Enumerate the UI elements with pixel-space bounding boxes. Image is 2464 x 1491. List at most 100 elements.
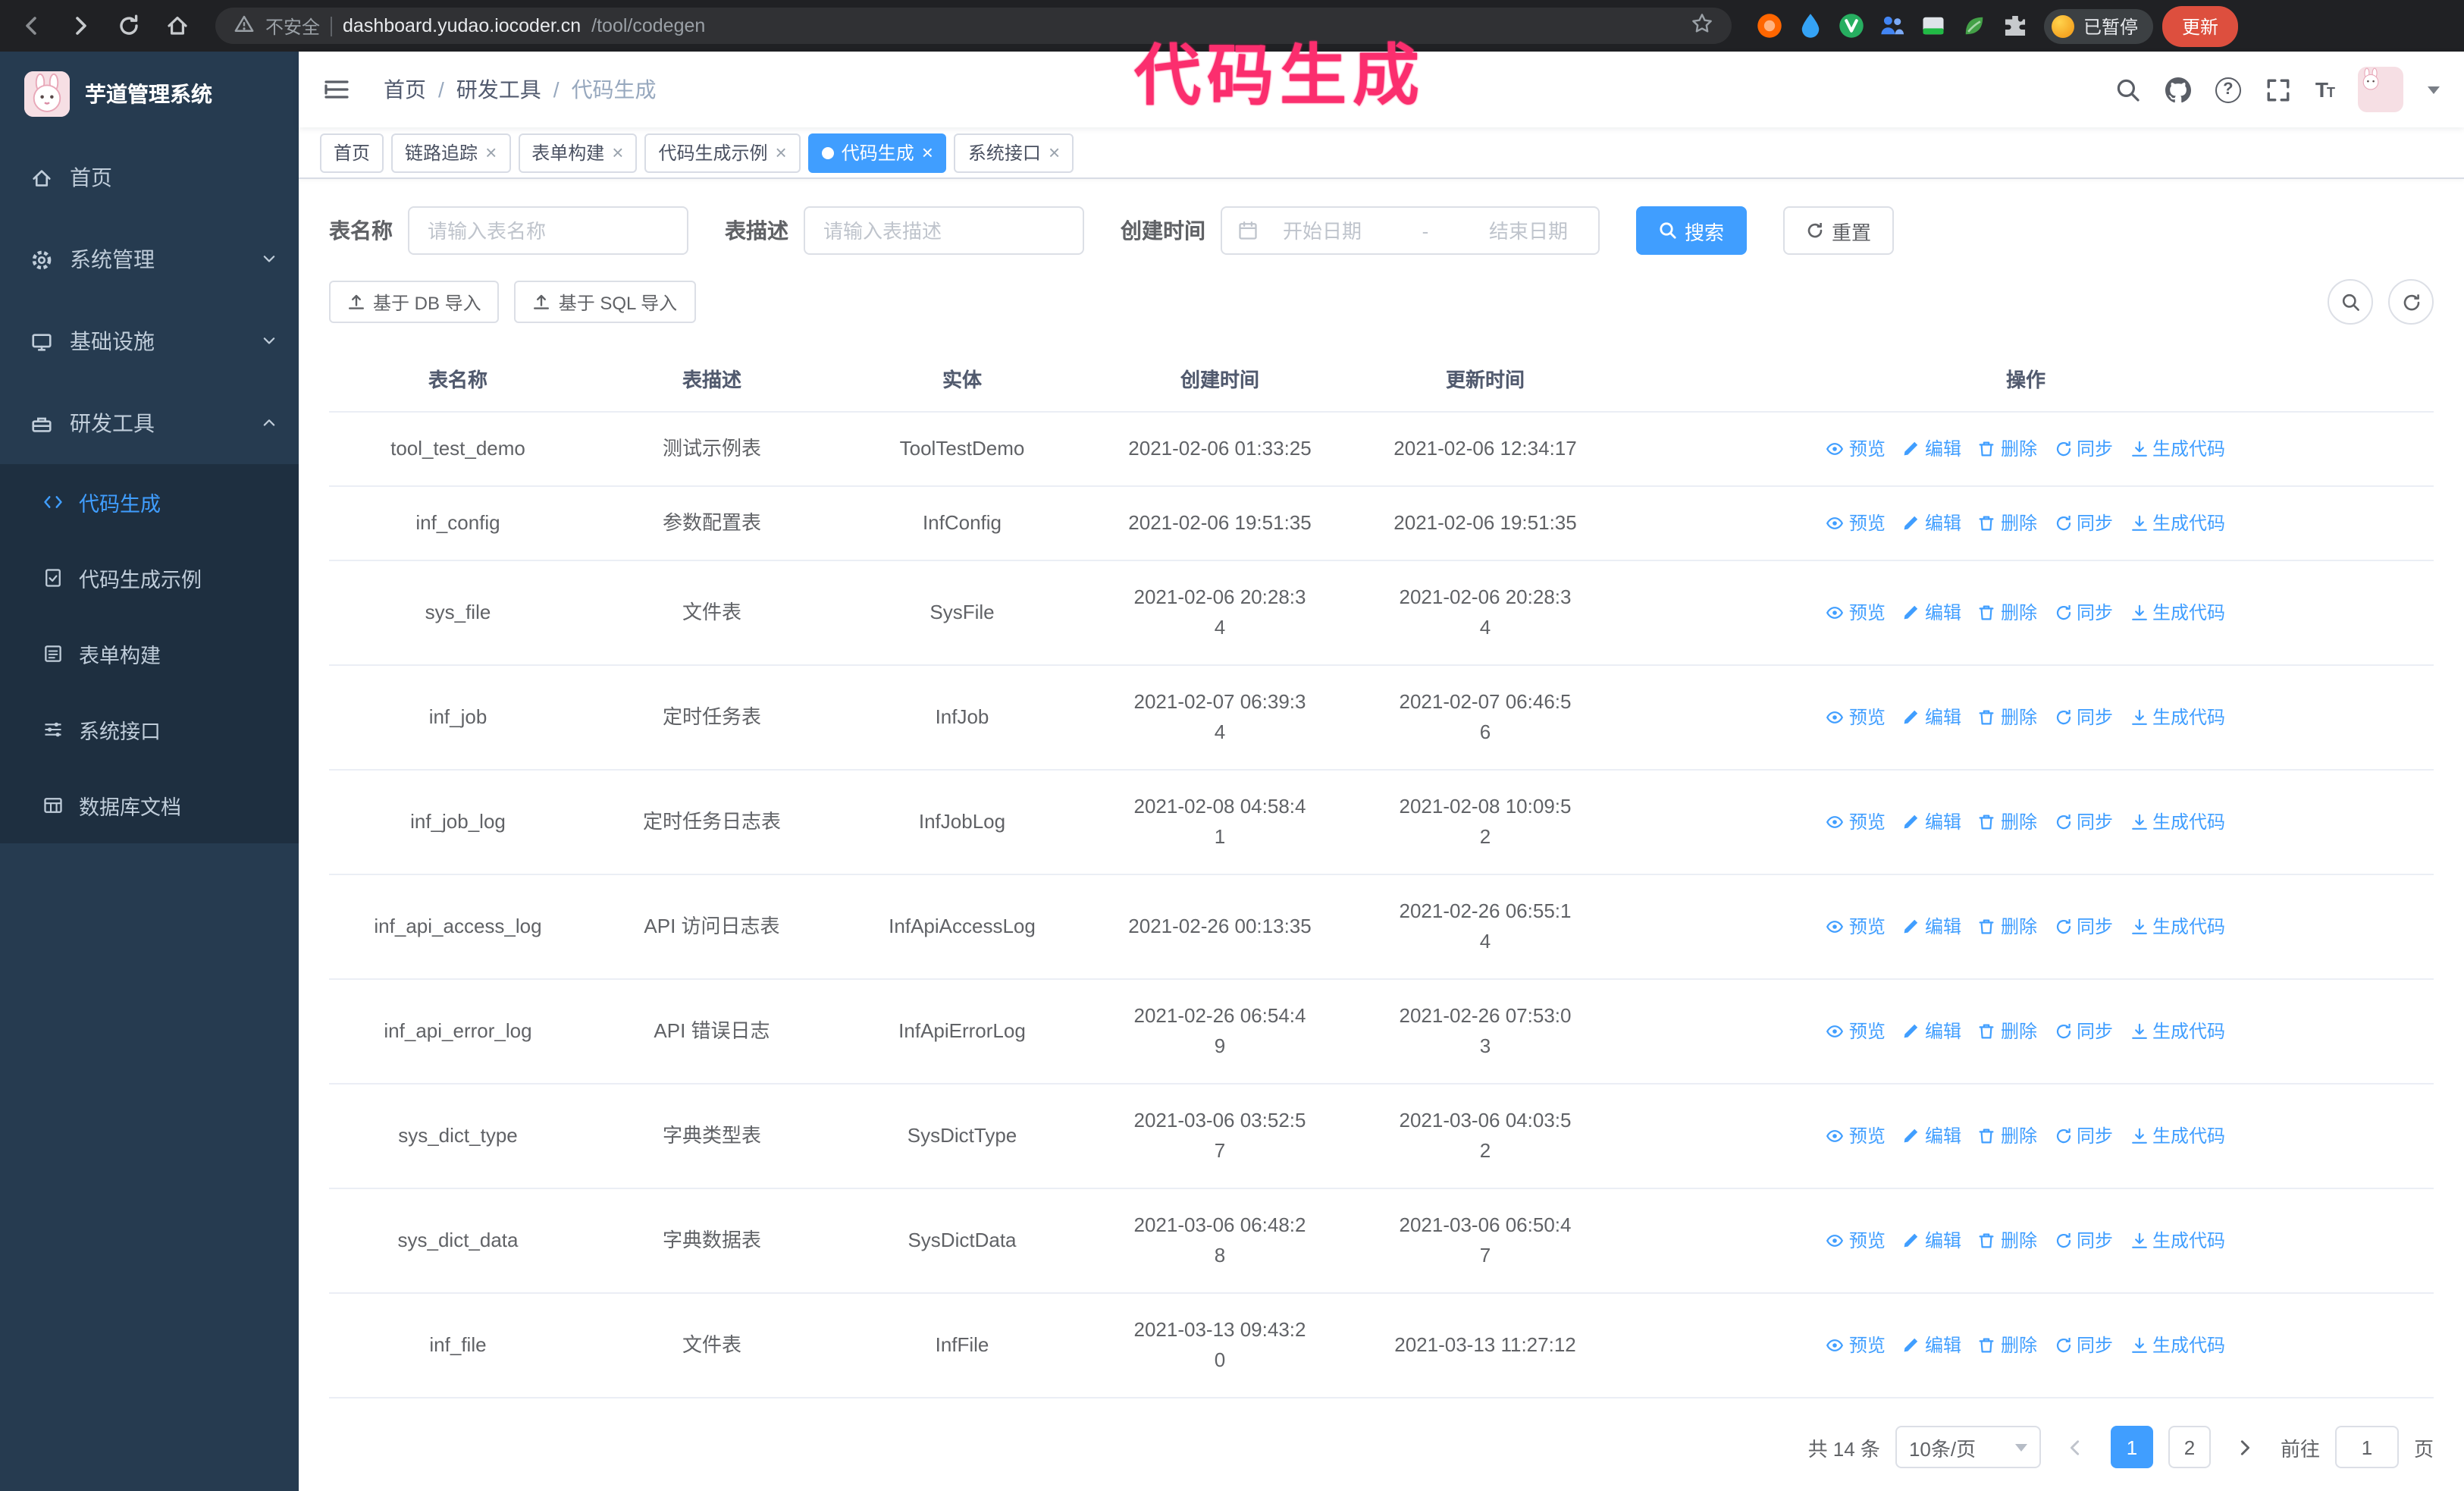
close-icon[interactable]: ×	[612, 143, 623, 162]
delete-link[interactable]: 删除	[1978, 434, 2037, 464]
delete-link[interactable]: 删除	[1978, 702, 2037, 733]
extensions-puzzle-icon[interactable]	[2002, 12, 2029, 39]
breadcrumb-home[interactable]: 首页	[384, 74, 426, 105]
sidebar-item-db-doc[interactable]: 数据库文档	[0, 767, 299, 843]
bookmark-star-icon[interactable]	[1691, 12, 1713, 39]
tab-home[interactable]: 首页	[320, 133, 384, 172]
github-icon[interactable]	[2165, 77, 2191, 102]
generate-code-link[interactable]: 生成代码	[2130, 598, 2225, 628]
toggle-search-button[interactable]	[2328, 279, 2373, 325]
extension-orange-icon[interactable]	[1756, 12, 1783, 39]
tab-codegen[interactable]: 代码生成 ×	[807, 133, 947, 172]
page-button-2[interactable]: 2	[2168, 1426, 2211, 1468]
generate-code-link[interactable]: 生成代码	[2130, 508, 2225, 538]
delete-link[interactable]: 删除	[1978, 1330, 2037, 1361]
page-button-1[interactable]: 1	[2110, 1426, 2153, 1468]
generate-code-link[interactable]: 生成代码	[2130, 1121, 2225, 1151]
close-icon[interactable]: ×	[1049, 143, 1060, 162]
date-range-picker[interactable]: -	[1221, 206, 1600, 255]
sync-link[interactable]: 同步	[2054, 508, 2113, 538]
home-button-icon[interactable]	[158, 6, 197, 46]
forward-icon[interactable]	[61, 6, 100, 46]
sync-link[interactable]: 同步	[2054, 1121, 2113, 1151]
sidebar-item-form-builder[interactable]: 表单构建	[0, 616, 299, 692]
sync-link[interactable]: 同步	[2054, 912, 2113, 942]
edit-link[interactable]: 编辑	[1902, 912, 1961, 942]
delete-link[interactable]: 删除	[1978, 1226, 2037, 1256]
preview-link[interactable]: 预览	[1826, 508, 1886, 538]
delete-link[interactable]: 删除	[1978, 1016, 2037, 1047]
edit-link[interactable]: 编辑	[1902, 807, 1961, 837]
extension-green-v-icon[interactable]	[1838, 12, 1865, 39]
close-icon[interactable]: ×	[485, 143, 497, 162]
prev-page-button[interactable]	[2056, 1426, 2096, 1468]
tab-trace[interactable]: 链路追踪 ×	[391, 133, 511, 172]
generate-code-link[interactable]: 生成代码	[2130, 912, 2225, 942]
font-size-icon[interactable]: TT	[2315, 77, 2335, 102]
browser-update-button[interactable]: 更新	[2162, 5, 2239, 46]
preview-link[interactable]: 预览	[1826, 702, 1886, 733]
back-icon[interactable]	[12, 6, 52, 46]
delete-link[interactable]: 删除	[1978, 598, 2037, 628]
generate-code-link[interactable]: 生成代码	[2130, 1226, 2225, 1256]
extension-blue-drop-icon[interactable]	[1797, 12, 1824, 39]
page-size-select[interactable]: 10条/页	[1895, 1426, 2041, 1468]
generate-code-link[interactable]: 生成代码	[2130, 434, 2225, 464]
generate-code-link[interactable]: 生成代码	[2130, 1330, 2225, 1361]
edit-link[interactable]: 编辑	[1902, 1016, 1961, 1047]
delete-link[interactable]: 删除	[1978, 807, 2037, 837]
preview-link[interactable]: 预览	[1826, 807, 1886, 837]
extension-leaf-icon[interactable]	[1961, 12, 1988, 39]
sync-link[interactable]: 同步	[2054, 1016, 2113, 1047]
edit-link[interactable]: 编辑	[1902, 1226, 1961, 1256]
search-icon[interactable]	[2115, 77, 2141, 102]
address-bar[interactable]: 不安全 dashboard.yudao.iocoder.cn/tool/code…	[215, 8, 1732, 44]
preview-link[interactable]: 预览	[1826, 1016, 1886, 1047]
edit-link[interactable]: 编辑	[1902, 508, 1961, 538]
fullscreen-icon[interactable]	[2265, 77, 2291, 102]
sidebar-item-api[interactable]: 系统接口	[0, 692, 299, 767]
reload-icon[interactable]	[109, 6, 149, 46]
preview-link[interactable]: 预览	[1826, 1330, 1886, 1361]
reset-button[interactable]: 重置	[1783, 206, 1895, 255]
sync-link[interactable]: 同步	[2054, 434, 2113, 464]
extension-card-icon[interactable]	[1920, 12, 1947, 39]
generate-code-link[interactable]: 生成代码	[2130, 702, 2225, 733]
close-icon[interactable]: ×	[776, 143, 787, 162]
sidebar-item-home[interactable]: 首页	[0, 137, 299, 218]
extension-people-icon[interactable]	[1879, 12, 1906, 39]
sync-link[interactable]: 同步	[2054, 1330, 2113, 1361]
preview-link[interactable]: 预览	[1826, 1121, 1886, 1151]
sidebar-item-codegen[interactable]: 代码生成	[0, 464, 299, 540]
sync-link[interactable]: 同步	[2054, 807, 2113, 837]
sidebar-item-devtools[interactable]: 研发工具	[0, 382, 299, 464]
import-db-button[interactable]: 基于 DB 导入	[329, 281, 500, 323]
sync-link[interactable]: 同步	[2054, 598, 2113, 628]
sidebar-item-codegen-demo[interactable]: 代码生成示例	[0, 540, 299, 616]
table-desc-input[interactable]	[804, 206, 1084, 255]
close-icon[interactable]: ×	[922, 143, 933, 162]
import-sql-button[interactable]: 基于 SQL 导入	[514, 281, 696, 323]
tab-api[interactable]: 系统接口 ×	[954, 133, 1074, 172]
avatar[interactable]	[2358, 67, 2403, 112]
edit-link[interactable]: 编辑	[1902, 702, 1961, 733]
sidebar-item-infra[interactable]: 基础设施	[0, 300, 299, 382]
refresh-table-button[interactable]	[2388, 279, 2434, 325]
delete-link[interactable]: 删除	[1978, 1121, 2037, 1151]
preview-link[interactable]: 预览	[1826, 912, 1886, 942]
date-start-input[interactable]	[1268, 219, 1377, 242]
next-page-button[interactable]	[2226, 1426, 2265, 1468]
app-logo-row[interactable]: 芋道管理系统	[0, 52, 299, 137]
sync-link[interactable]: 同步	[2054, 1226, 2113, 1256]
sidebar-toggle-icon[interactable]	[323, 64, 375, 115]
edit-link[interactable]: 编辑	[1902, 434, 1961, 464]
edit-link[interactable]: 编辑	[1902, 1121, 1961, 1151]
edit-link[interactable]: 编辑	[1902, 1330, 1961, 1361]
edit-link[interactable]: 编辑	[1902, 598, 1961, 628]
paused-badge[interactable]: 已暂停	[2044, 8, 2154, 43]
sync-link[interactable]: 同步	[2054, 702, 2113, 733]
tab-form-builder[interactable]: 表单构建 ×	[518, 133, 638, 172]
preview-link[interactable]: 预览	[1826, 1226, 1886, 1256]
help-icon[interactable]: ?	[2215, 77, 2241, 102]
goto-page-input[interactable]	[2334, 1426, 2399, 1468]
